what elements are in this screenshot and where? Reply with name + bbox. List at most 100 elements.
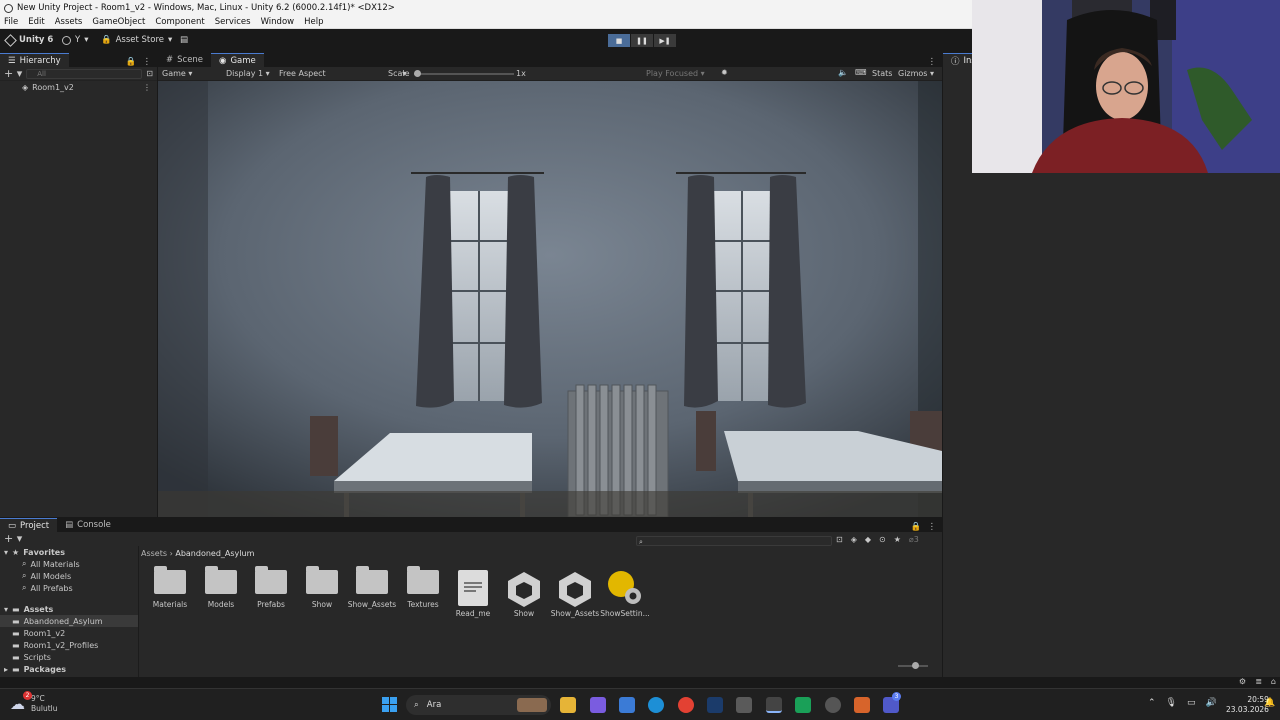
clock[interactable]: 20:59 23.03.2026	[1226, 695, 1269, 715]
step-button[interactable]: ▶❚	[654, 34, 676, 47]
breadcrumb-current[interactable]: Abandoned_Asylum	[175, 549, 254, 558]
folder-icon: ▭	[8, 520, 17, 531]
display-dropdown[interactable]: Display 1 ▾	[226, 69, 270, 78]
kebab-menu-icon[interactable]: ⋮	[928, 57, 937, 67]
asset-folder-item[interactable]: ▬ Scripts	[0, 651, 138, 663]
edge-icon[interactable]	[648, 697, 664, 713]
lock-icon[interactable]: 🔒	[126, 57, 137, 67]
unity-hub-icon[interactable]	[736, 697, 752, 713]
tag-icon[interactable]: ◆	[865, 535, 871, 544]
notification-bell-icon[interactable]: 🔔	[1264, 698, 1275, 708]
chevron-up-icon[interactable]: ⌃	[1148, 698, 1156, 708]
stats-button[interactable]: Stats	[872, 69, 892, 78]
hierarchy-item-scene[interactable]: ◈ Room1_v2 ⋮	[0, 81, 157, 93]
tab-game[interactable]: ◉ Game	[211, 53, 264, 67]
asset-folder-item[interactable]: ▬ Abandoned_Asylum	[0, 615, 138, 627]
scale-slider-handle[interactable]	[414, 70, 421, 77]
teams-icon[interactable]: 3	[883, 692, 901, 713]
favorite-item[interactable]: ⌕ All Materials	[0, 558, 138, 570]
game-viewport[interactable]	[158, 81, 942, 517]
menu-edit[interactable]: Edit	[28, 17, 44, 27]
pause-button[interactable]: ❚❚	[631, 34, 653, 47]
asset-folder-item[interactable]: ▬ Room1_v2_Profiles	[0, 639, 138, 651]
tab-scene[interactable]: # Scene	[158, 53, 211, 67]
asset-item-folder[interactable]: Models	[196, 566, 246, 609]
asset-item-folder[interactable]: Show_Assets	[347, 566, 397, 609]
asset-store-button[interactable]: 🔒 Asset Store ▾	[101, 35, 172, 45]
tab-project[interactable]: ▭ Project	[0, 518, 58, 532]
unity-editor-icon[interactable]	[766, 697, 782, 713]
account-dropdown[interactable]: Y ▾	[62, 35, 88, 45]
lock-icon[interactable]: 🔒	[911, 522, 922, 532]
status-bar: ⚙ ≣ ⌂	[0, 677, 1280, 688]
audio-icon[interactable]: 🔈	[838, 68, 848, 77]
add-icon[interactable]: + ▾	[4, 532, 22, 545]
status-bell-icon[interactable]: ⌂	[1271, 677, 1276, 686]
asset-item-text[interactable]: Read_me	[448, 570, 498, 618]
unity-account-button[interactable]: Unity 6	[4, 33, 53, 47]
sun-icon[interactable]: ✹	[721, 68, 728, 77]
filter-label-icon[interactable]: ◈	[851, 535, 857, 544]
packages-group[interactable]: ▸ ▬ Packages	[0, 663, 138, 675]
file-explorer-icon[interactable]	[560, 697, 576, 713]
asset-item-folder[interactable]: Show	[297, 566, 347, 609]
asset-folder-item[interactable]: ▬ Room1_v2	[0, 627, 138, 639]
scale-slider[interactable]	[414, 70, 514, 77]
asset-item-settings[interactable]: ShowSettin...	[600, 570, 650, 618]
tab-console[interactable]: ▤ Console	[57, 518, 119, 532]
menu-gameobject[interactable]: GameObject	[92, 17, 145, 27]
steam-icon[interactable]	[707, 697, 723, 713]
menu-component[interactable]: Component	[155, 17, 204, 27]
asset-item-folder[interactable]: Prefabs	[246, 566, 296, 609]
asset-item-scene[interactable]: Show	[499, 570, 549, 618]
add-icon[interactable]: + ▾	[4, 67, 22, 80]
icon-size-slider-handle[interactable]	[912, 662, 919, 669]
assets-group[interactable]: ▾ ▬ Assets	[0, 603, 138, 615]
folder-icon: ▬	[12, 664, 20, 674]
kebab-menu-icon[interactable]: ⋮	[928, 522, 937, 532]
play-stop-button[interactable]: ■	[608, 34, 630, 47]
menu-assets[interactable]: Assets	[55, 17, 83, 27]
eye-icon[interactable]: ⊙	[879, 535, 886, 544]
kebab-menu-icon[interactable]: ⋮	[143, 83, 151, 92]
asset-item-folder[interactable]: Textures	[398, 566, 448, 609]
menu-file[interactable]: File	[4, 17, 18, 27]
menu-window[interactable]: Window	[261, 17, 295, 27]
asset-item-folder[interactable]: Materials	[145, 566, 195, 609]
play-focused-dropdown[interactable]: Play Focused ▾	[646, 69, 705, 78]
search-filter-icon[interactable]: ⊡	[146, 69, 153, 78]
app-green-icon[interactable]	[795, 697, 811, 713]
keyboard-icon[interactable]: ⌨	[855, 68, 867, 77]
weather-widget[interactable]: ☁ 2 9°C Bulutlu	[10, 691, 58, 714]
menu-services[interactable]: Services	[215, 17, 251, 27]
menu-help[interactable]: Help	[304, 17, 323, 27]
microphone-icon[interactable]: 🎙	[1166, 698, 1177, 708]
favorite-item[interactable]: ⌕ All Prefabs	[0, 582, 138, 594]
store-icon[interactable]	[619, 697, 635, 713]
gizmos-button[interactable]: Gizmos ▾	[898, 69, 934, 78]
favorite-item[interactable]: ⌕ All Models	[0, 570, 138, 582]
tab-hierarchy[interactable]: ☰ Hierarchy	[0, 53, 69, 67]
filter-type-icon[interactable]: ⊡	[836, 535, 843, 544]
breadcrumb-assets[interactable]: Assets	[141, 549, 167, 558]
status-layers-icon[interactable]: ≣	[1255, 677, 1262, 686]
taskbar-search-input[interactable]: ⌕ Ara	[406, 695, 551, 715]
app-orange-icon[interactable]	[854, 697, 870, 713]
obs-icon[interactable]	[825, 697, 841, 713]
layers-icon[interactable]: ▤	[180, 35, 188, 45]
game-mode-dropdown[interactable]: Game ▾	[162, 69, 192, 78]
icon-size-slider[interactable]	[898, 662, 928, 669]
project-search-input[interactable]: ⌕	[636, 536, 832, 546]
hierarchy-search-input[interactable]: All	[26, 68, 143, 79]
chrome-icon[interactable]	[678, 697, 694, 713]
favorites-group[interactable]: ▾ ★ Favorites	[0, 546, 138, 558]
volume-icon[interactable]: 🔊	[1206, 698, 1217, 708]
asset-item-scene[interactable]: Show_Assets	[550, 570, 600, 618]
network-icon[interactable]: ▭	[1187, 698, 1196, 708]
copilot-icon[interactable]	[590, 697, 606, 713]
status-settings-icon[interactable]: ⚙	[1239, 677, 1246, 686]
windows-start-icon[interactable]	[382, 697, 398, 713]
weather-desc: Bulutlu	[31, 704, 58, 713]
star-icon[interactable]: ★	[894, 535, 901, 544]
kebab-menu-icon[interactable]: ⋮	[143, 57, 152, 67]
